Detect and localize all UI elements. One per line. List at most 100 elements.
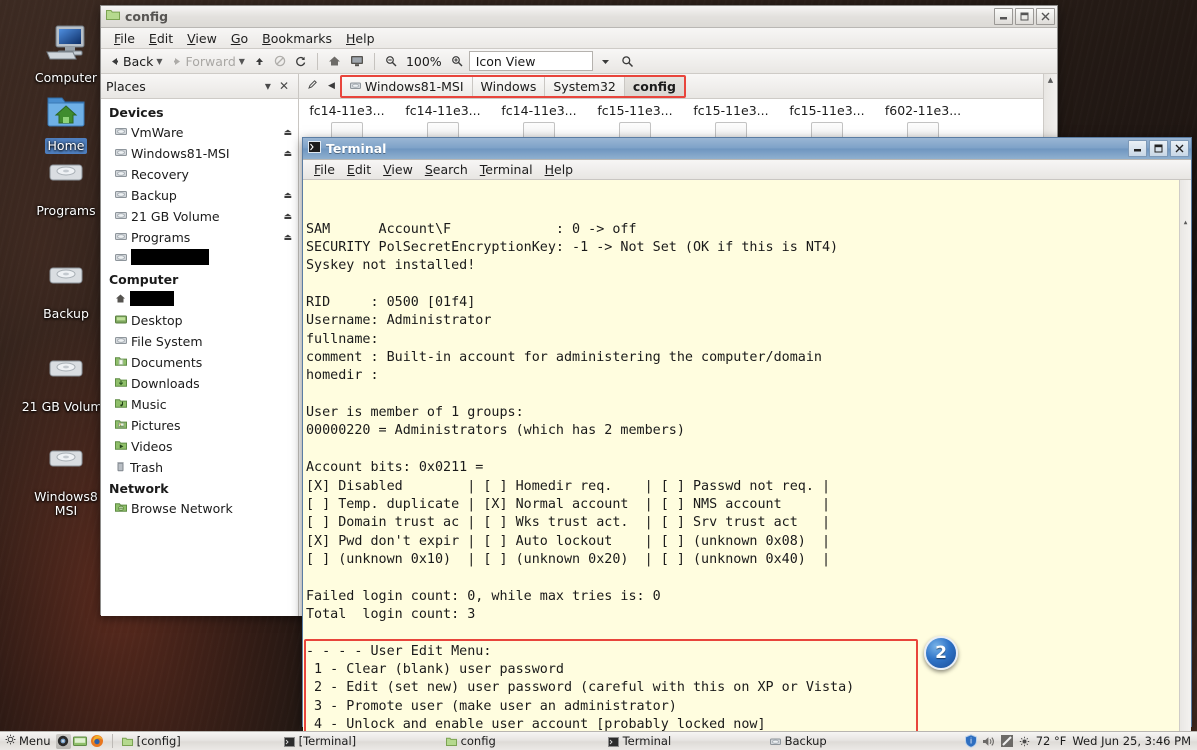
- taskbar[interactable]: Menu [config] [Terminal] config Terminal…: [0, 731, 1197, 750]
- volume-icon[interactable]: [982, 734, 996, 748]
- chevron-down-icon[interactable]: ▼: [239, 57, 245, 66]
- place-item-backup[interactable]: Backup ⏏: [101, 185, 298, 206]
- menu-file[interactable]: File: [107, 29, 142, 48]
- terminal-menubar[interactable]: File Edit View Search Terminal Help: [303, 160, 1191, 180]
- forward-button[interactable]: Forward ▼: [169, 53, 248, 70]
- breadcrumb-path-group[interactable]: Windows81-MSI Windows System32 config: [339, 74, 686, 98]
- quick-launch[interactable]: [55, 733, 109, 749]
- scroll-up-arrow[interactable]: ▲: [1044, 74, 1057, 86]
- task-button-terminal[interactable]: Terminal: [602, 733, 764, 749]
- task-button-config-minimized[interactable]: [config]: [116, 733, 278, 749]
- zoom-in-button[interactable]: [448, 54, 466, 68]
- view-mode-dropdown-arrow[interactable]: [596, 54, 615, 69]
- back-button[interactable]: Back ▼: [106, 53, 166, 70]
- place-item-recovery[interactable]: Recovery: [101, 164, 298, 185]
- scroll-up-arrow[interactable]: ▲: [1180, 217, 1191, 228]
- places-header[interactable]: Places ▾ ✕: [101, 74, 298, 99]
- terminal-window-buttons[interactable]: [1128, 140, 1189, 157]
- place-item-vmware[interactable]: VmWare ⏏: [101, 122, 298, 143]
- close-button[interactable]: [1170, 140, 1189, 157]
- breadcrumb-collapse-icon[interactable]: [302, 79, 323, 93]
- start-menu-button[interactable]: Menu: [0, 734, 56, 748]
- display-brightness-icon[interactable]: [1000, 734, 1014, 748]
- terminal-scrollbar[interactable]: ▲: [1179, 180, 1191, 732]
- places-list[interactable]: Devices VmWare ⏏ Windows81-MSI ⏏ Recover…: [101, 99, 298, 616]
- search-button[interactable]: [618, 54, 637, 69]
- config-window-titlebar[interactable]: config: [101, 6, 1057, 28]
- update-shield-icon[interactable]: i: [964, 734, 978, 748]
- computer-button[interactable]: [347, 54, 367, 68]
- terminal-menu-file[interactable]: File: [308, 161, 341, 178]
- place-item-documents[interactable]: Documents: [101, 352, 298, 373]
- place-item-desktop[interactable]: Desktop: [101, 310, 298, 331]
- place-item-redacted-device[interactable]: [101, 248, 298, 269]
- eject-icon[interactable]: ⏏: [283, 149, 292, 159]
- breadcrumb-item-system32[interactable]: System32: [545, 76, 625, 96]
- menu-view[interactable]: View: [180, 29, 224, 48]
- places-close-icon[interactable]: ✕: [275, 79, 293, 93]
- place-item-trash[interactable]: Trash: [101, 457, 298, 478]
- config-toolbar[interactable]: Back ▼ Forward ▼ 100% Icon View: [101, 49, 1057, 74]
- terminal-line: 4 - Unlock and enable user account [prob…: [306, 716, 766, 732]
- menu-edit[interactable]: Edit: [142, 29, 180, 48]
- place-item-redacted-home[interactable]: [101, 289, 298, 310]
- menu-help[interactable]: Help: [339, 29, 382, 48]
- terminal-output[interactable]: SAM Account\F : 0 -> off SECURITY PolSecr…: [303, 180, 1191, 732]
- maximize-button[interactable]: [1149, 140, 1168, 157]
- zoom-out-icon: [386, 56, 397, 67]
- task-button-backup[interactable]: Backup: [764, 733, 926, 749]
- eject-icon[interactable]: ⏏: [283, 233, 292, 243]
- minimize-button[interactable]: [994, 8, 1013, 25]
- place-item-videos[interactable]: Videos: [101, 436, 298, 457]
- places-group-devices: Devices: [109, 105, 164, 120]
- eject-icon[interactable]: ⏏: [283, 191, 292, 201]
- place-item-downloads[interactable]: Downloads: [101, 373, 298, 394]
- eject-icon[interactable]: ⏏: [283, 128, 292, 138]
- places-dropdown-icon[interactable]: ▾: [261, 79, 275, 93]
- media-player-icon[interactable]: [55, 733, 71, 749]
- breadcrumb-item-windows[interactable]: Windows: [472, 76, 546, 96]
- breadcrumb-item-config[interactable]: config: [624, 76, 684, 96]
- terminal-window[interactable]: Terminal File Edit View Search Terminal …: [302, 137, 1192, 732]
- system-tray[interactable]: i 72 °F Wed Jun 25, 3:46 PM: [964, 734, 1197, 748]
- view-mode-select[interactable]: Icon View: [468, 51, 593, 71]
- close-button[interactable]: [1036, 8, 1055, 25]
- up-button[interactable]: [251, 55, 268, 68]
- place-item-programs[interactable]: Programs ⏏: [101, 227, 298, 248]
- breadcrumb[interactable]: ◀ Windows81-MSI Windows System32 config: [299, 74, 1057, 99]
- breadcrumb-item-windows81-msi[interactable]: Windows81-MSI: [341, 76, 473, 96]
- stop-button[interactable]: [271, 54, 289, 68]
- config-window-buttons[interactable]: [994, 8, 1055, 25]
- menu-go[interactable]: Go: [224, 29, 255, 48]
- task-button-config[interactable]: config: [440, 733, 602, 749]
- place-label: Desktop: [131, 313, 183, 328]
- terminal-menu-view[interactable]: View: [377, 161, 419, 178]
- place-item-pictures[interactable]: Pictures: [101, 415, 298, 436]
- terminal-menu-terminal[interactable]: Terminal: [474, 161, 539, 178]
- menu-bookmarks[interactable]: Bookmarks: [255, 29, 339, 48]
- chevron-down-icon: [601, 59, 609, 64]
- chevron-down-icon[interactable]: ▼: [156, 57, 162, 66]
- firefox-icon[interactable]: [90, 734, 105, 749]
- place-item-file-system[interactable]: File System: [101, 331, 298, 352]
- place-item-music[interactable]: Music: [101, 394, 298, 415]
- terminal-menu-edit[interactable]: Edit: [341, 161, 377, 178]
- maximize-button[interactable]: [1015, 8, 1034, 25]
- config-menubar[interactable]: File Edit View Go Bookmarks Help: [101, 28, 1057, 49]
- reload-button[interactable]: [292, 54, 310, 68]
- task-list[interactable]: [config] [Terminal] config Terminal Back…: [116, 733, 964, 749]
- breadcrumb-left-arrow[interactable]: ◀: [323, 81, 340, 91]
- task-button-terminal-minimized[interactable]: [Terminal]: [278, 733, 440, 749]
- eject-icon[interactable]: ⏏: [283, 212, 292, 222]
- place-item-browse-network[interactable]: Browse Network: [101, 498, 298, 519]
- terminal-icon[interactable]: [73, 734, 88, 749]
- places-sidebar[interactable]: Places ▾ ✕ Devices VmWare ⏏ Windows81-MS…: [101, 74, 299, 616]
- place-item-21gb-volume[interactable]: 21 GB Volume ⏏: [101, 206, 298, 227]
- home-button[interactable]: [325, 54, 344, 68]
- terminal-menu-search[interactable]: Search: [419, 161, 474, 178]
- zoom-out-button[interactable]: [382, 54, 400, 68]
- minimize-button[interactable]: [1128, 140, 1147, 157]
- terminal-menu-help[interactable]: Help: [539, 161, 580, 178]
- place-item-windows81-msi[interactable]: Windows81-MSI ⏏: [101, 143, 298, 164]
- terminal-titlebar[interactable]: Terminal: [303, 138, 1191, 160]
